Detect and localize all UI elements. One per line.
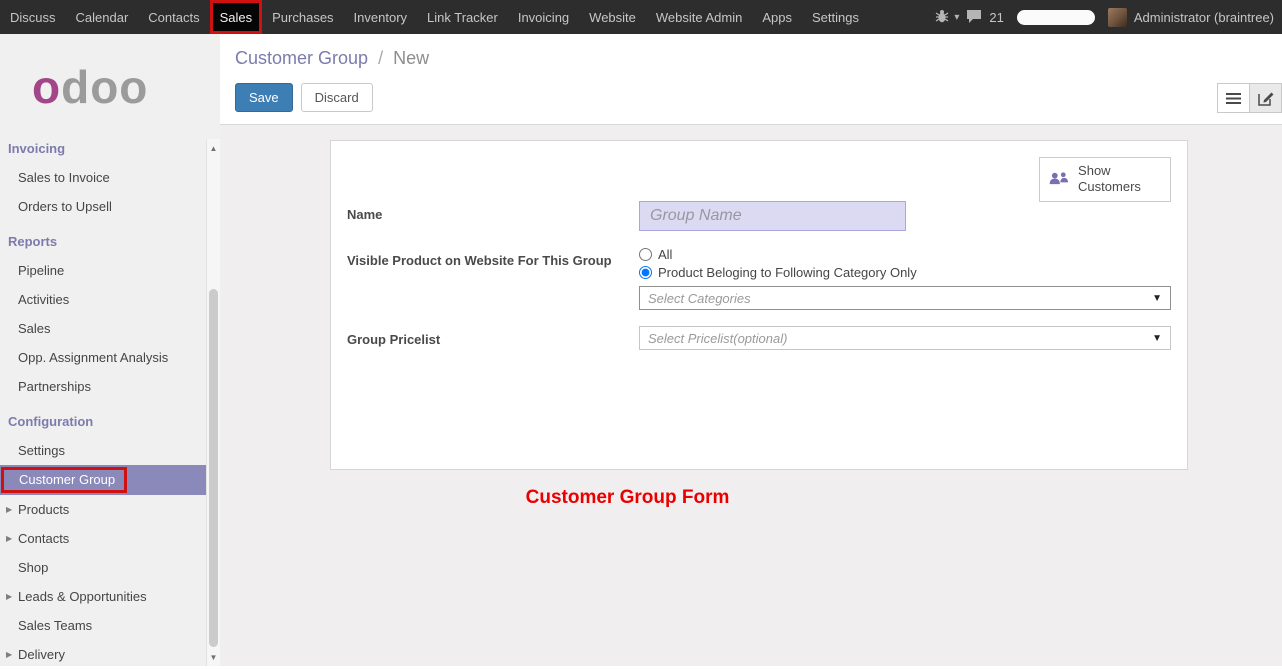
sidebar-item-partnerships[interactable]: Partnerships — [0, 372, 206, 401]
breadcrumb-current: New — [393, 48, 429, 68]
sidebar-item-customer-group[interactable]: Customer Group — [0, 465, 206, 495]
control-panel: Customer Group / New Save Discard — [220, 34, 1282, 125]
sidebar-item-sales-to-invoice[interactable]: Sales to Invoice — [0, 163, 206, 192]
sidebar-item-shop[interactable]: Shop — [0, 553, 206, 582]
content-area: Show Customers Name Visible Product on W… — [220, 125, 1282, 666]
sidebar-item-leads-opportunities[interactable]: ▶ Leads & Opportunities — [0, 582, 206, 611]
topbar-item-inventory[interactable]: Inventory — [344, 0, 417, 34]
visibility-label: Visible Product on Website For This Grou… — [347, 247, 639, 310]
scroll-down-icon[interactable]: ▼ — [207, 650, 220, 664]
sidebar-menu: Invoicing Sales to Invoice Orders to Ups… — [0, 128, 206, 669]
sidebar-item-label: Products — [18, 502, 69, 517]
sidebar-heading-configuration: Configuration — [0, 401, 206, 436]
sidebar: odoo Invoicing Sales to Invoice Orders t… — [0, 34, 220, 666]
pricelist-select[interactable]: Select Pricelist(optional) ▼ — [639, 326, 1171, 350]
radio-category-label: Product Beloging to Following Category O… — [658, 265, 917, 280]
name-field-cell — [639, 201, 1171, 231]
sidebar-item-label: Leads & Opportunities — [18, 589, 147, 604]
sidebar-item-label: Delivery — [18, 647, 65, 662]
expand-caret-icon: ▶ — [6, 534, 12, 543]
radio-option-category[interactable]: Product Beloging to Following Category O… — [639, 265, 1171, 280]
messages-count[interactable]: 21 — [989, 10, 1003, 25]
sidebar-heading-invoicing: Invoicing — [0, 128, 206, 163]
annotation-box: Customer Group — [1, 467, 127, 493]
sidebar-item-activities[interactable]: Activities — [0, 285, 206, 314]
breadcrumb: Customer Group / New — [235, 48, 1282, 69]
pricelist-field-cell: Select Pricelist(optional) ▼ — [639, 326, 1171, 350]
sidebar-item-products[interactable]: ▶ Products — [0, 495, 206, 524]
sidebar-item-sales-teams[interactable]: Sales Teams — [0, 611, 206, 640]
scroll-up-icon[interactable]: ▲ — [207, 141, 220, 155]
show-customers-button[interactable]: Show Customers — [1039, 157, 1171, 202]
topbar-item-discuss[interactable]: Discuss — [0, 0, 66, 34]
topbar-item-website[interactable]: Website — [579, 0, 646, 34]
annotation-caption: Customer Group Form — [220, 487, 1035, 509]
form-view-button[interactable] — [1249, 83, 1282, 113]
expand-caret-icon: ▶ — [6, 592, 12, 601]
dropdown-arrow-icon: ▼ — [1152, 293, 1162, 304]
customers-group-icon — [1048, 169, 1070, 189]
list-icon — [1226, 92, 1241, 105]
messages-icon[interactable] — [966, 9, 982, 26]
discard-button[interactable]: Discard — [301, 83, 373, 112]
sidebar-item-opp-assignment-analysis[interactable]: Opp. Assignment Analysis — [0, 343, 206, 372]
save-button[interactable]: Save — [235, 83, 293, 112]
main-area: Customer Group / New Save Discard — [220, 34, 1282, 666]
sidebar-scrollbar[interactable]: ▲ ▼ — [206, 139, 220, 666]
visibility-field-cell: All Product Beloging to Following Catego… — [639, 247, 1171, 310]
sidebar-item-delivery[interactable]: ▶ Delivery — [0, 640, 206, 669]
categories-select[interactable]: Select Categories ▼ — [639, 286, 1171, 310]
logo-letters: doo — [61, 61, 148, 113]
scrollbar-thumb[interactable] — [209, 289, 218, 647]
pricelist-placeholder: Select Pricelist(optional) — [648, 331, 787, 346]
sidebar-item-pipeline[interactable]: Pipeline — [0, 256, 206, 285]
loading-indicator — [1017, 10, 1095, 25]
topbar-item-sales[interactable]: Sales — [210, 0, 263, 34]
expand-caret-icon: ▶ — [6, 505, 12, 514]
logo-letter: o — [32, 61, 61, 113]
sidebar-item-orders-to-upsell[interactable]: Orders to Upsell — [0, 192, 206, 221]
edit-icon — [1258, 90, 1274, 106]
radio-all-label: All — [658, 247, 672, 262]
sidebar-item-sales[interactable]: Sales — [0, 314, 206, 343]
name-label: Name — [347, 201, 639, 231]
pricelist-label: Group Pricelist — [347, 326, 639, 350]
breadcrumb-parent[interactable]: Customer Group — [235, 48, 368, 68]
top-navigation-bar: Discuss Calendar Contacts Sales Purchase… — [0, 0, 1282, 34]
avatar[interactable] — [1108, 8, 1127, 27]
show-customers-label: Show Customers — [1078, 163, 1162, 196]
expand-caret-icon: ▶ — [6, 650, 12, 659]
dropdown-arrow-icon: ▼ — [1152, 333, 1162, 344]
radio-all-input[interactable] — [639, 248, 652, 261]
topbar-item-invoicing[interactable]: Invoicing — [508, 0, 579, 34]
topbar-item-purchases[interactable]: Purchases — [262, 0, 343, 34]
topbar-item-link-tracker[interactable]: Link Tracker — [417, 0, 508, 34]
topbar-right-tools: ▾ 21 Administrator (braintree) — [934, 0, 1282, 34]
categories-placeholder: Select Categories — [648, 291, 751, 306]
debug-bug-icon[interactable] — [934, 9, 950, 26]
topbar-item-calendar[interactable]: Calendar — [66, 0, 139, 34]
radio-category-input[interactable] — [639, 266, 652, 279]
sidebar-item-label: Contacts — [18, 531, 69, 546]
breadcrumb-separator: / — [378, 48, 383, 68]
topbar-item-settings[interactable]: Settings — [802, 0, 869, 34]
sidebar-item-contacts[interactable]: ▶ Contacts — [0, 524, 206, 553]
view-switcher — [1218, 83, 1282, 113]
chevron-down-icon[interactable]: ▾ — [954, 12, 959, 23]
action-buttons: Save Discard — [235, 83, 1282, 112]
list-view-button[interactable] — [1217, 83, 1250, 113]
sidebar-heading-reports: Reports — [0, 221, 206, 256]
sidebar-item-settings[interactable]: Settings — [0, 436, 206, 465]
topbar-item-website-admin[interactable]: Website Admin — [646, 0, 752, 34]
form-sheet: Show Customers Name Visible Product on W… — [330, 140, 1188, 470]
form-fields: Name Visible Product on Website For This… — [347, 201, 1171, 350]
group-name-input[interactable] — [639, 201, 906, 231]
user-menu[interactable]: Administrator (braintree) — [1134, 10, 1274, 25]
radio-option-all[interactable]: All — [639, 247, 1171, 262]
odoo-logo: odoo — [0, 34, 220, 128]
topbar-item-contacts[interactable]: Contacts — [138, 0, 209, 34]
topbar-item-apps[interactable]: Apps — [752, 0, 802, 34]
